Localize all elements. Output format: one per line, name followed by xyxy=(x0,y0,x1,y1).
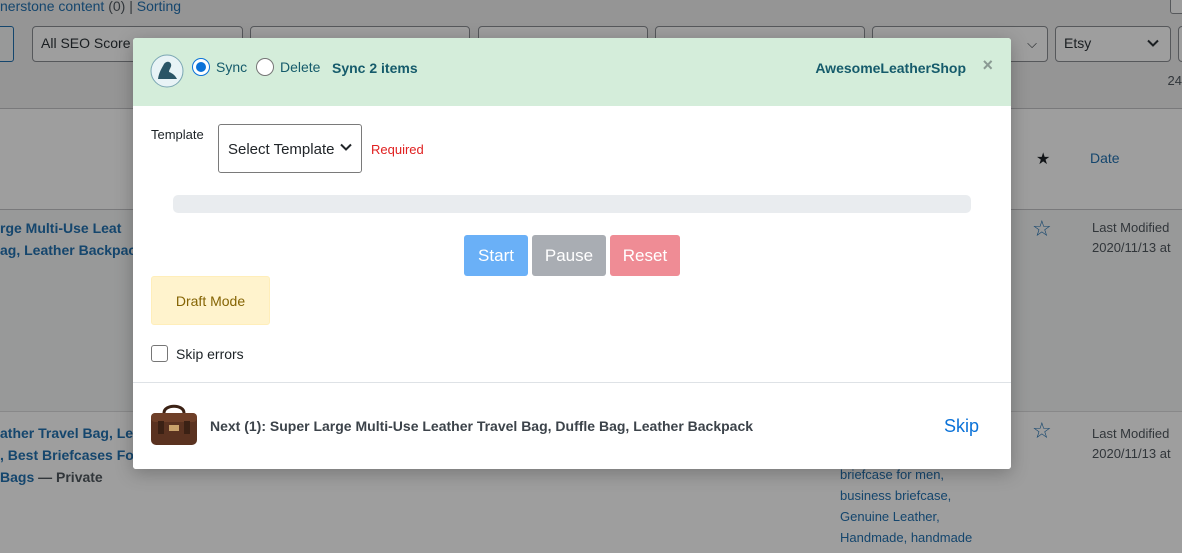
template-label: Template xyxy=(151,127,204,142)
skip-errors-label: Skip errors xyxy=(176,345,244,362)
modal-footer: Next (1): Super Large Multi-Use Leather … xyxy=(133,382,1011,469)
product-thumbnail-image xyxy=(151,404,197,445)
sync-modal: Sync Delete Sync 2 items AwesomeLeatherS… xyxy=(133,38,1011,469)
required-message: Required xyxy=(371,142,424,157)
sync-radio[interactable] xyxy=(192,58,210,76)
sync-radio-label: Sync xyxy=(216,59,248,75)
skip-errors-option[interactable]: Skip errors xyxy=(151,345,244,362)
skip-button[interactable]: Skip xyxy=(944,416,979,437)
pause-button[interactable]: Pause xyxy=(532,235,606,276)
chevron-down-icon xyxy=(340,143,352,151)
delete-radio-option[interactable]: Delete xyxy=(256,58,320,76)
close-icon[interactable]: × xyxy=(982,55,993,76)
delete-radio-label: Delete xyxy=(280,59,321,75)
draft-mode-toggle[interactable]: Draft Mode xyxy=(151,276,270,325)
template-select[interactable]: Select Template xyxy=(218,124,362,173)
template-select-value: Select Template xyxy=(228,141,335,158)
reset-button[interactable]: Reset xyxy=(610,235,680,276)
app-logo-icon xyxy=(150,54,184,88)
start-button[interactable]: Start xyxy=(464,235,528,276)
delete-radio[interactable] xyxy=(256,58,274,76)
next-item-label: Next (1): Super Large Multi-Use Leather … xyxy=(210,418,754,434)
skip-errors-checkbox[interactable] xyxy=(151,345,168,362)
shop-name: AwesomeLeatherShop xyxy=(815,60,966,76)
sync-count-label: Sync 2 items xyxy=(332,60,418,76)
sync-radio-option[interactable]: Sync xyxy=(192,58,247,76)
modal-header: Sync Delete Sync 2 items AwesomeLeatherS… xyxy=(133,38,1011,106)
progress-bar xyxy=(173,195,971,213)
